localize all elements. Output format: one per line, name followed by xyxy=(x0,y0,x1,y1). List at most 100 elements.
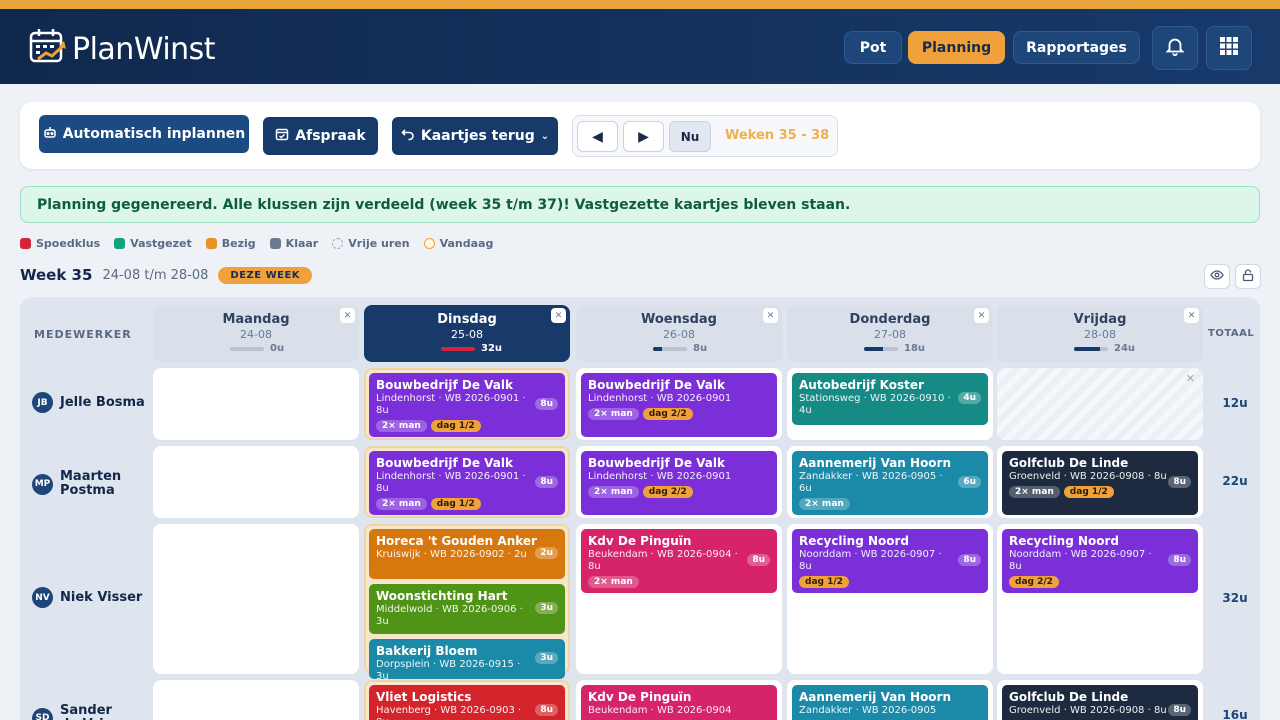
employee-row-label[interactable]: NV Niek Visser xyxy=(32,587,142,608)
job-card-details: Havenberg · WB 2026-0903 · 8u xyxy=(376,705,522,720)
job-card-details: Zandakker · WB 2026-0905 xyxy=(799,705,937,716)
day-name: Woensdag xyxy=(640,312,717,327)
employee-row-label[interactable]: MP Maarten Postma xyxy=(32,470,130,498)
avatar: JB xyxy=(32,392,53,413)
employee-total: 22u xyxy=(1222,474,1248,488)
unlock-button[interactable] xyxy=(1235,264,1261,289)
employee-name: Jelle Bosma xyxy=(60,394,145,410)
chevron-down-icon: ⌄ xyxy=(540,130,550,142)
schedule-cell[interactable] xyxy=(153,524,359,674)
job-card-hours: 8u xyxy=(535,476,558,488)
job-card[interactable]: Bouwbedrijf De Valk Lindenhorst · WB 2026… xyxy=(369,451,565,515)
day-header-vrijdag: Vrijdag 28-08 24u ✕ xyxy=(997,305,1203,362)
job-card-chips: 2× man dag 1/2 xyxy=(1009,486,1191,498)
job-card[interactable]: Kdv De Pinguïn Beukendam · WB 2026-0904 ·… xyxy=(581,529,777,593)
job-card-title: Golfclub De Linde xyxy=(1009,690,1129,704)
legend-swatch xyxy=(423,238,435,249)
job-card[interactable]: Recycling Noord Noorddam · WB 2026-0907 ·… xyxy=(1002,529,1198,593)
nav-planning[interactable]: Planning xyxy=(908,31,1005,64)
toggle-visibility-button[interactable] xyxy=(1204,264,1230,289)
job-card-details: Stationsweg · WB 2026-0910 · 4u xyxy=(799,393,951,416)
job-card-details: Middelwold · WB 2026-0906 · 3u xyxy=(376,604,523,627)
close-day-icon[interactable]: ✕ xyxy=(551,308,566,323)
job-card[interactable]: Golfclub De Linde Groenveld · WB 2026-090… xyxy=(1002,685,1198,720)
employee-row-label[interactable]: SD Sander de Vries xyxy=(32,704,130,720)
legend-item: Vrije uren xyxy=(332,237,410,250)
planning-grid: MEDEWERKER TOTAAL Maandag 24-08 0u ✕ Dinsdag… xyxy=(20,297,1260,720)
notifications-button[interactable] xyxy=(1152,26,1198,70)
job-card-title: Golfclub De Linde xyxy=(1009,456,1129,470)
job-card[interactable]: Aannemerij Van Hoorn Zandakker · WB 2026-… xyxy=(792,451,988,515)
schedule-cell[interactable] xyxy=(153,680,359,720)
job-card-title: Bouwbedrijf De Valk xyxy=(376,378,513,392)
job-card-details: Lindenhorst · WB 2026-0901 · 8u xyxy=(376,393,526,416)
free-slot-cell[interactable]: ✕ xyxy=(997,368,1203,440)
employee-total: 12u xyxy=(1222,396,1248,410)
afspraak-button[interactable]: Afspraak xyxy=(263,117,378,155)
job-card[interactable]: Kdv De Pinguïn Beukendam · WB 2026-0904 xyxy=(581,685,777,720)
top-accent-stripe xyxy=(0,0,1280,9)
schedule-cell[interactable] xyxy=(153,446,359,518)
app-logo[interactable]: PlanWinst xyxy=(28,27,216,71)
job-card-details: Zandakker · WB 2026-0905 · 6u xyxy=(799,471,943,494)
job-card-title: Recycling Noord xyxy=(1009,534,1120,548)
job-card-chips: 2× man xyxy=(588,576,770,588)
job-card[interactable]: Recycling Noord Noorddam · WB 2026-0907 ·… xyxy=(792,529,988,593)
close-day-icon[interactable]: ✕ xyxy=(763,308,778,323)
job-card[interactable]: Vliet Logistics Havenberg · WB 2026-0903 … xyxy=(369,685,565,720)
job-card-chips: dag 1/2 xyxy=(799,576,981,588)
nav-rapportages[interactable]: Rapportages xyxy=(1013,31,1140,64)
job-card-hours: 8u xyxy=(747,554,770,566)
today-button[interactable]: Nu xyxy=(669,121,711,152)
job-card[interactable]: Autobedrijf Koster Stationsweg · WB 2026-… xyxy=(792,373,988,425)
job-card[interactable]: Bouwbedrijf De Valk Lindenhorst · WB 2026… xyxy=(581,373,777,437)
bell-icon xyxy=(1164,35,1186,61)
auto-plan-label: Automatisch inplannen xyxy=(62,126,246,142)
job-card-title: Aannemerij Van Hoorn xyxy=(799,456,952,470)
job-card-title: Woonstichting Hart xyxy=(376,589,508,603)
col-total-header: TOTAAL xyxy=(1208,328,1255,339)
undo-icon xyxy=(401,127,415,145)
day-header-maandag: Maandag 24-08 0u ✕ xyxy=(153,305,359,362)
robot-icon xyxy=(43,125,57,143)
close-icon[interactable]: ✕ xyxy=(1186,372,1195,385)
day-header-dinsdag: Dinsdag 25-08 32u ✕ xyxy=(364,305,570,362)
job-card-chip: dag 1/2 xyxy=(430,420,481,432)
calendar-check-icon xyxy=(275,127,289,145)
col-employee-header: MEDEWERKER xyxy=(34,328,132,341)
day-name: Donderdag xyxy=(849,312,931,327)
job-card-hours: 8u xyxy=(958,554,981,566)
close-day-icon[interactable]: ✕ xyxy=(974,308,989,323)
schedule-cell[interactable] xyxy=(153,368,359,440)
prev-week-button[interactable]: ◀ xyxy=(577,121,618,152)
next-week-button[interactable]: ▶ xyxy=(623,121,664,152)
unlock-icon xyxy=(1241,267,1255,286)
legend-item: Vandaag xyxy=(423,237,493,250)
job-card-details: Dorpsplein · WB 2026-0915 · 3u xyxy=(376,659,521,679)
job-card-chip: dag 1/2 xyxy=(1063,486,1114,498)
job-card[interactable]: Woonstichting Hart Middelwold · WB 2026-0… xyxy=(369,584,565,634)
avatar: NV xyxy=(32,587,53,608)
job-card[interactable]: Horeca 't Gouden Anker Kruiswijk · WB 202… xyxy=(369,529,565,579)
day-date: 28-08 xyxy=(1084,328,1116,341)
job-card[interactable]: Aannemerij Van Hoorn Zandakker · WB 2026-… xyxy=(792,685,988,720)
employee-row-label[interactable]: JB Jelle Bosma xyxy=(32,392,145,413)
close-day-icon[interactable]: ✕ xyxy=(1184,308,1199,323)
job-card[interactable]: Bouwbedrijf De Valk Lindenhorst · WB 2026… xyxy=(581,451,777,515)
job-card-chip: dag 2/2 xyxy=(642,408,693,420)
auto-plan-button[interactable]: Automatisch inplannen xyxy=(39,115,249,153)
legend-label: Vrije uren xyxy=(348,237,410,250)
apps-menu-button[interactable] xyxy=(1206,26,1252,70)
kaartjes-terug-button[interactable]: Kaartjes terug ⌄ xyxy=(392,117,558,155)
nav-pot[interactable]: Pot xyxy=(844,31,902,64)
week-title: Week 35 xyxy=(20,266,93,284)
week-header: Week 35 24-08 t/m 28-08 DEZE WEEK xyxy=(20,266,313,284)
job-card[interactable]: Golfclub De Linde Groenveld · WB 2026-090… xyxy=(1002,451,1198,515)
job-card-hours: 8u xyxy=(1168,554,1191,566)
job-card[interactable]: Bakkerij Bloem Dorpsplein · WB 2026-0915 … xyxy=(369,639,565,679)
day-header-woensdag: Woensdag 26-08 8u ✕ xyxy=(576,305,782,362)
close-day-icon[interactable]: ✕ xyxy=(340,308,355,323)
job-card[interactable]: Bouwbedrijf De Valk Lindenhorst · WB 2026… xyxy=(369,373,565,437)
day-hours: 0u xyxy=(270,343,285,354)
job-card-chip: dag 2/2 xyxy=(642,486,693,498)
